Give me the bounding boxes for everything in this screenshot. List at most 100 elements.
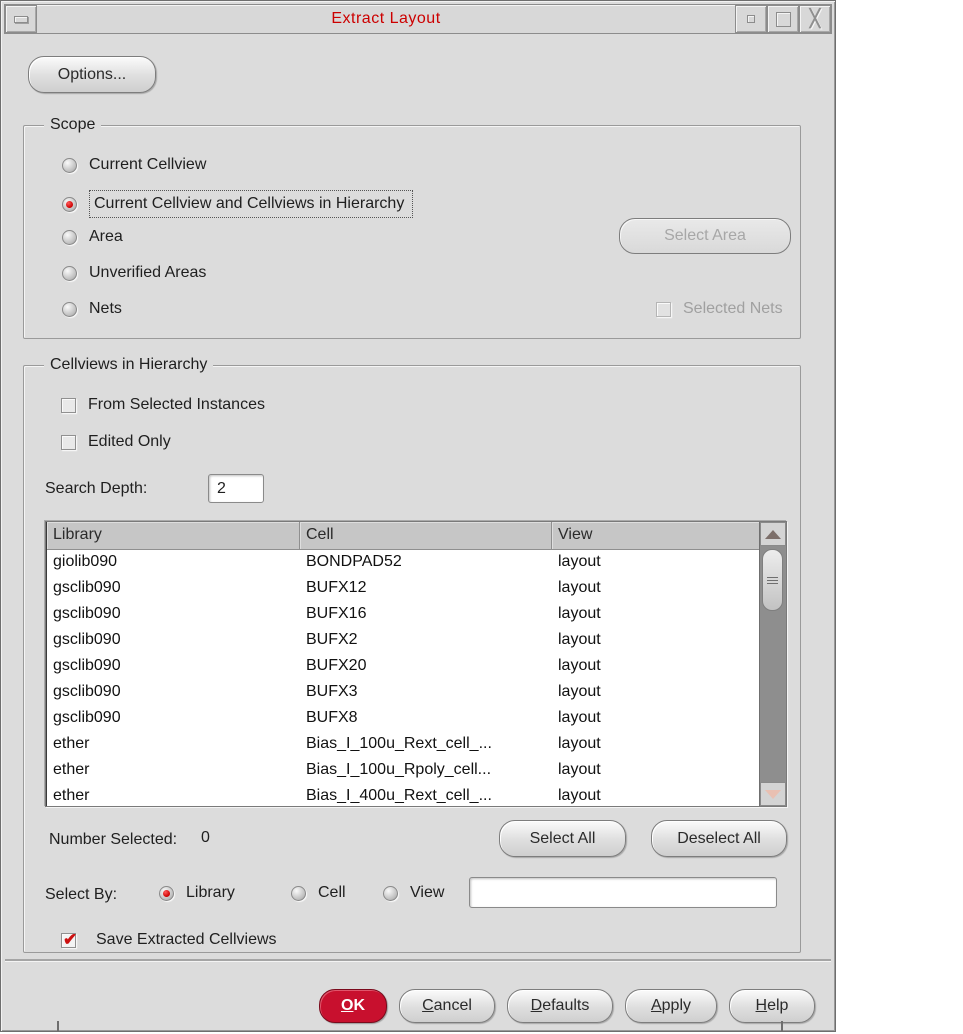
iconify-button[interactable]	[735, 5, 767, 33]
scroll-down-button[interactable]	[760, 782, 786, 806]
defaults-button[interactable]: Defaults	[507, 989, 613, 1023]
table-row[interactable]: gsclib090 BUFX2 layout	[47, 628, 759, 654]
select-all-label: Select All	[529, 829, 596, 847]
select-by-view-radio[interactable]: View	[383, 884, 444, 902]
column-header-library[interactable]: Library	[47, 522, 300, 549]
radio-icon[interactable]	[62, 157, 77, 173]
footer-separator	[5, 959, 831, 961]
titlebar[interactable]: Extract Layout ╳	[4, 4, 832, 34]
deselect-all-button[interactable]: Deselect All	[651, 820, 787, 857]
radio-label: Unverified Areas	[89, 264, 207, 281]
table-row[interactable]: giolib090 BONDPAD52 layout	[47, 550, 759, 576]
select-all-button[interactable]: Select All	[499, 820, 626, 857]
cell-view: layout	[558, 553, 601, 570]
cell-cell: BUFX8	[306, 709, 358, 726]
scrollbar-track[interactable]	[760, 546, 786, 782]
scope-group: Scope Current Cellview Current Cellview …	[23, 116, 801, 339]
vertical-scrollbar[interactable]	[759, 522, 786, 806]
help-button[interactable]: Help	[729, 989, 815, 1023]
table-row[interactable]: gsclib090 BUFX3 layout	[47, 680, 759, 706]
number-selected-value: 0	[201, 829, 210, 846]
close-icon: ╳	[809, 9, 821, 28]
radio-unverified-areas[interactable]: Unverified Areas	[62, 264, 206, 282]
iconify-icon	[747, 15, 755, 23]
radio-label: Library	[186, 884, 235, 901]
checkbox-icon[interactable]	[61, 397, 76, 413]
radio-area[interactable]: Area	[62, 228, 123, 246]
scroll-up-icon	[765, 529, 781, 539]
column-header-view[interactable]: View	[552, 522, 759, 549]
cell-library: gsclib090	[53, 631, 121, 648]
column-header-cell[interactable]: Cell	[300, 522, 552, 549]
cell-cell: Bias_I_100u_Rext_cell_...	[306, 735, 492, 752]
deselect-all-label: Deselect All	[677, 829, 761, 847]
maximize-button[interactable]	[767, 5, 799, 33]
cell-library: gsclib090	[53, 605, 121, 622]
cellview-table-body[interactable]: Library Cell View giolib090 BONDPAD52 la…	[46, 522, 759, 806]
table-row[interactable]: gsclib090 BUFX16 layout	[47, 602, 759, 628]
radio-current-cellview[interactable]: Current Cellview	[62, 156, 206, 174]
save-extracted-cellviews-checkbox[interactable]: Save Extracted Cellviews	[61, 930, 277, 950]
search-depth-input[interactable]	[208, 474, 264, 503]
selected-nets-checkbox: Selected Nets	[656, 300, 783, 318]
cell-library: gsclib090	[53, 579, 121, 596]
cell-library: giolib090	[53, 553, 118, 570]
scrollbar-thumb[interactable]	[762, 549, 783, 611]
edited-only-label: Edited Only	[88, 433, 171, 450]
select-by-library-radio[interactable]: Library	[159, 884, 235, 902]
from-selected-instances-label: From Selected Instances	[88, 396, 265, 413]
checkbox-checked-icon[interactable]	[61, 930, 77, 950]
radio-icon[interactable]	[62, 301, 77, 317]
cell-library: ether	[53, 761, 90, 778]
window-menu-icon	[14, 15, 28, 23]
table-header[interactable]: Library Cell View	[47, 522, 759, 550]
cell-cell: BUFX20	[306, 657, 367, 674]
resize-notch[interactable]	[781, 1021, 783, 1031]
radio-icon[interactable]	[62, 265, 77, 281]
cell-library: ether	[53, 735, 90, 752]
select-by-cell-radio[interactable]: Cell	[291, 884, 346, 902]
apply-button[interactable]: Apply	[625, 989, 717, 1023]
radio-icon[interactable]	[62, 229, 77, 245]
extract-layout-dialog: Extract Layout ╳ Options... Scope Curren…	[0, 0, 836, 1032]
radio-icon-selected[interactable]	[159, 885, 174, 901]
cell-view: layout	[558, 787, 601, 804]
cell-cell: BUFX16	[306, 605, 367, 622]
cellview-table: Library Cell View giolib090 BONDPAD52 la…	[45, 521, 787, 807]
radio-label: Current Cellview and Cellviews in Hierar…	[89, 190, 414, 218]
cell-library: ether	[53, 787, 90, 804]
from-selected-instances-checkbox[interactable]: From Selected Instances	[61, 396, 265, 414]
table-row[interactable]: ether Bias_I_100u_Rpoly_cell... layout	[47, 758, 759, 784]
radio-icon[interactable]	[383, 885, 398, 901]
scroll-up-button[interactable]	[760, 522, 786, 546]
cell-cell: Bias_I_100u_Rpoly_cell...	[306, 761, 492, 778]
maximize-icon	[775, 11, 791, 27]
radio-icon-selected[interactable]	[62, 196, 77, 212]
table-row[interactable]: gsclib090 BUFX12 layout	[47, 576, 759, 602]
edited-only-checkbox[interactable]: Edited Only	[61, 433, 171, 451]
search-depth-label: Search Depth:	[45, 480, 148, 497]
cell-cell: BONDPAD52	[306, 553, 402, 570]
select-by-label: Select By:	[45, 886, 118, 903]
cell-view: layout	[558, 657, 601, 674]
resize-notch[interactable]	[57, 1021, 59, 1031]
radio-label: View	[410, 884, 445, 901]
table-row[interactable]: ether Bias_I_400u_Rext_cell_... layout	[47, 784, 759, 806]
options-button[interactable]: Options...	[28, 56, 156, 93]
radio-current-cellview-hierarchy[interactable]: Current Cellview and Cellviews in Hierar…	[62, 190, 414, 218]
checkbox-icon[interactable]	[61, 434, 76, 450]
ok-button[interactable]: OK	[319, 989, 387, 1023]
radio-nets[interactable]: Nets	[62, 300, 122, 318]
cancel-button[interactable]: Cancel	[399, 989, 495, 1023]
radio-icon[interactable]	[291, 885, 306, 901]
table-row[interactable]: gsclib090 BUFX20 layout	[47, 654, 759, 680]
hierarchy-legend: Cellviews in Hierarchy	[44, 356, 214, 374]
window-menu-button[interactable]	[5, 5, 37, 33]
table-row[interactable]: gsclib090 BUFX8 layout	[47, 706, 759, 732]
scroll-down-icon	[765, 789, 781, 799]
table-row[interactable]: ether Bias_I_100u_Rext_cell_... layout	[47, 732, 759, 758]
checkbox-icon	[656, 301, 671, 317]
select-by-filter-input[interactable]	[469, 877, 777, 908]
close-button[interactable]: ╳	[799, 5, 831, 33]
cell-cell: Bias_I_400u_Rext_cell_...	[306, 787, 492, 804]
